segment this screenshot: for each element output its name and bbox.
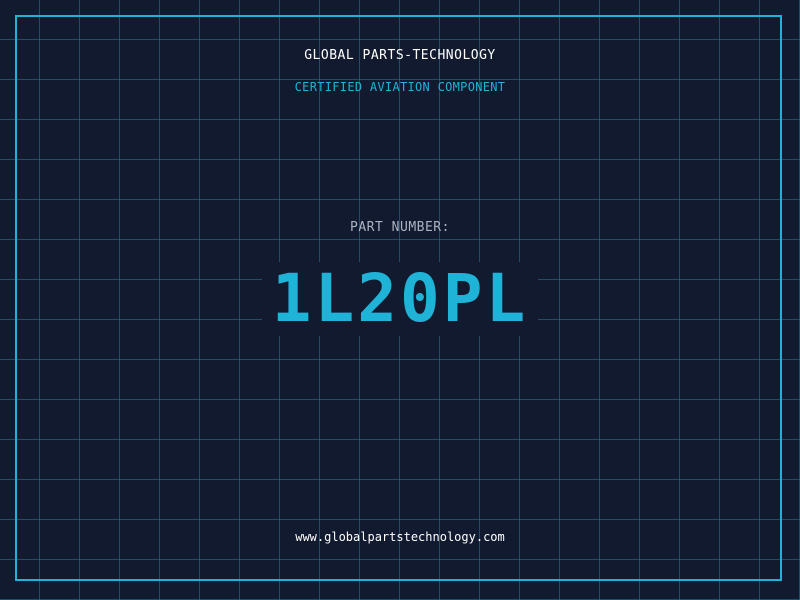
website-url: www.globalpartstechnology.com	[295, 530, 505, 544]
certification-subtitle: CERTIFIED AVIATION COMPONENT	[294, 80, 506, 94]
part-number-value: 1L20PL	[261, 262, 539, 336]
brand-title: GLOBAL PARTS-TECHNOLOGY	[304, 48, 496, 63]
label-canvas: GLOBAL PARTS-TECHNOLOGY CERTIFIED AVIATI…	[0, 0, 800, 600]
part-number-label: PART NUMBER:	[350, 220, 450, 235]
part-number-container: 1L20PL	[0, 262, 800, 336]
